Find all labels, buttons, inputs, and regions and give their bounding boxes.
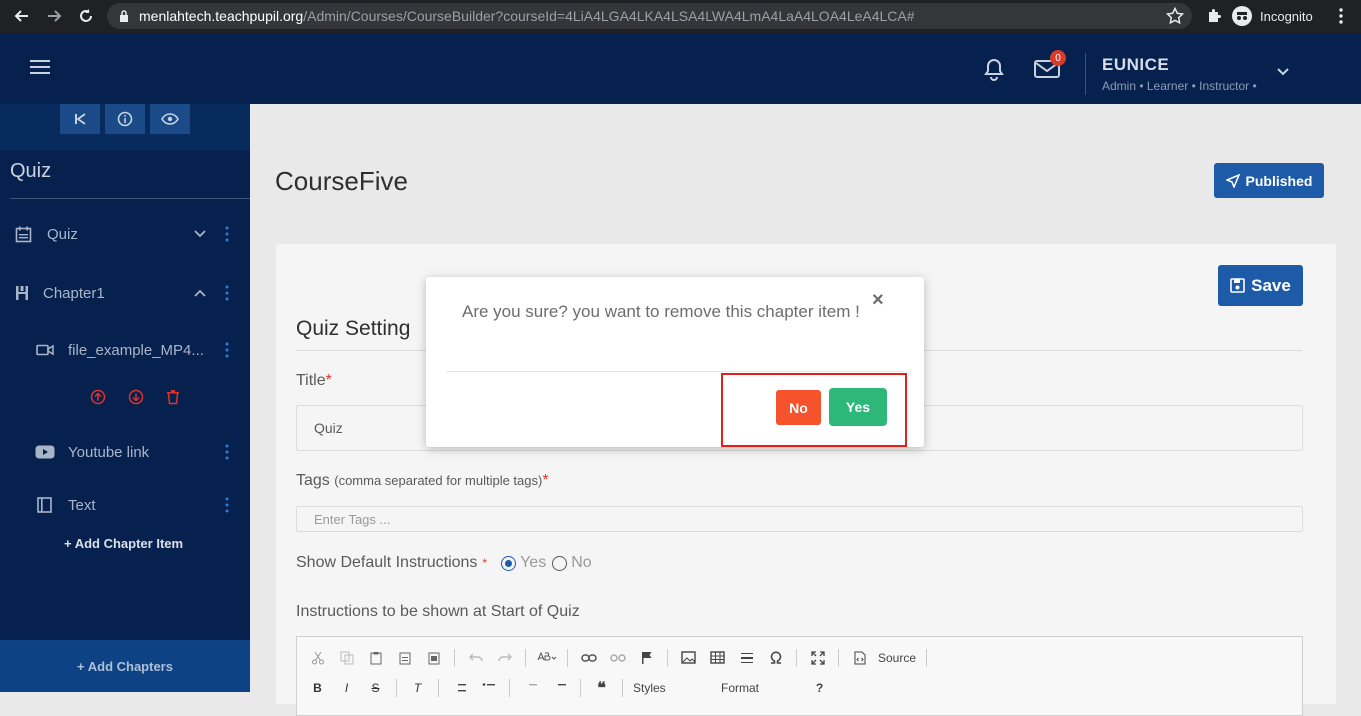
incognito-indicator[interactable]: Incognito: [1232, 3, 1313, 29]
lock-icon: [119, 10, 129, 22]
extensions-puzzle-icon[interactable]: [1206, 8, 1222, 24]
reload-icon[interactable]: [72, 2, 100, 30]
highlight-box: [721, 373, 907, 447]
browser-menu-icon[interactable]: [1338, 8, 1344, 24]
back-arrow-icon[interactable]: [8, 2, 36, 30]
incognito-icon: [1232, 6, 1252, 26]
forward-arrow-icon[interactable]: [40, 2, 68, 30]
dialog-divider: [446, 371, 904, 372]
close-icon[interactable]: ×: [872, 289, 884, 312]
browser-toolbar: menlahtech.teachpupil.org/Admin/Courses/…: [0, 0, 1361, 33]
address-bar[interactable]: menlahtech.teachpupil.org/Admin/Courses/…: [107, 3, 1192, 29]
url-text: menlahtech.teachpupil.org/Admin/Courses/…: [139, 8, 915, 24]
dialog-message: Are you sure? you want to remove this ch…: [462, 302, 860, 321]
bookmark-star-icon[interactable]: [1166, 7, 1184, 25]
incognito-label: Incognito: [1260, 8, 1313, 24]
